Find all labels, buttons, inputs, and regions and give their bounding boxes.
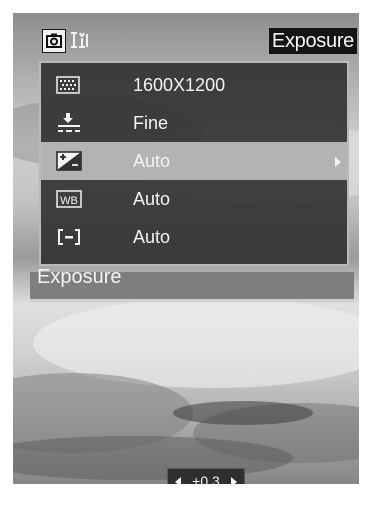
metering-value: Auto <box>133 227 171 247</box>
ev-adjuster[interactable]: +0.3 <box>167 468 245 484</box>
quality-icon <box>55 112 83 134</box>
selected-setting-text: Exposure <box>37 266 122 288</box>
camera-screen: Exposure 1600X1200 Fine Auto WB Auto Aut… <box>13 13 359 484</box>
selected-setting-label: Exposure <box>30 266 354 302</box>
image-size-icon <box>55 74 83 96</box>
menu-item-metering[interactable]: Auto <box>41 218 347 256</box>
tab-camera[interactable] <box>42 29 66 53</box>
top-bar: Exposure <box>13 13 359 57</box>
quality-value: Fine <box>133 113 169 133</box>
camera-icon <box>46 33 62 48</box>
metering-icon <box>55 226 83 248</box>
setup-tools-icon <box>71 32 88 48</box>
menu-item-exposure[interactable]: Auto <box>41 142 347 180</box>
menu-title: Exposure <box>268 28 357 54</box>
tab-setup[interactable] <box>69 29 91 51</box>
white-balance-value: Auto <box>133 189 171 209</box>
menu-item-white-balance[interactable]: WB Auto <box>41 180 347 218</box>
white-balance-icon: WB <box>55 188 83 210</box>
menu-item-image-size[interactable]: 1600X1200 <box>41 66 347 104</box>
exposure-value: Auto <box>133 151 171 171</box>
exposure-compensation-icon <box>55 150 83 172</box>
increase-arrow-icon[interactable] <box>231 477 237 484</box>
submenu-arrow-icon <box>335 157 341 167</box>
image-size-value: 1600X1200 <box>133 75 226 95</box>
settings-menu: 1600X1200 Fine Auto WB Auto Auto <box>39 61 349 266</box>
menu-item-quality[interactable]: Fine <box>41 104 347 142</box>
svg-text:WB: WB <box>60 195 78 207</box>
